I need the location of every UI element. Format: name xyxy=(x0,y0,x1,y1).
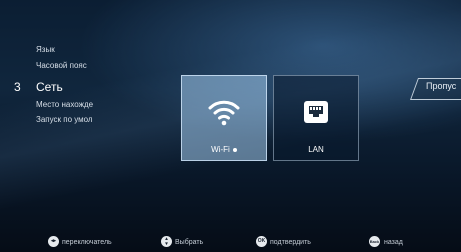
wifi-tile[interactable]: Wi-Fi xyxy=(181,75,267,161)
hint-select: Выбрать xyxy=(175,239,204,246)
step-number: 3 xyxy=(14,80,21,94)
menu-item-default-launch[interactable]: Запуск по умол xyxy=(36,115,104,124)
hint-switch: переключатель xyxy=(62,239,112,246)
menu-item-location[interactable]: Место нахожде xyxy=(36,100,104,109)
lan-tile-label: LAN xyxy=(308,145,324,154)
left-right-arrows-icon: ◂▸ xyxy=(48,236,59,247)
ethernet-icon xyxy=(304,101,328,123)
footer-hints: ◂▸ переключатель ▴ ▾ Выбрать OK подтверди… xyxy=(0,236,461,252)
menu-item-language[interactable]: Язык xyxy=(36,45,104,54)
skip-button-label[interactable]: Пропус xyxy=(426,81,456,91)
hint-back: назад xyxy=(384,239,403,246)
menu-item-timezone[interactable]: Часовой пояс xyxy=(36,61,104,70)
ok-icon: OK xyxy=(256,236,267,247)
up-down-arrows-icon: ▴ ▾ xyxy=(161,236,172,247)
selected-dot xyxy=(232,147,237,152)
lan-tile[interactable]: LAN xyxy=(273,75,359,161)
menu-item-network[interactable]: Сеть xyxy=(36,80,126,94)
back-icon: Back xyxy=(369,236,380,247)
wifi-icon xyxy=(208,100,240,126)
wifi-tile-label: Wi-Fi xyxy=(182,145,266,154)
hint-confirm: подтвердить xyxy=(270,239,311,246)
